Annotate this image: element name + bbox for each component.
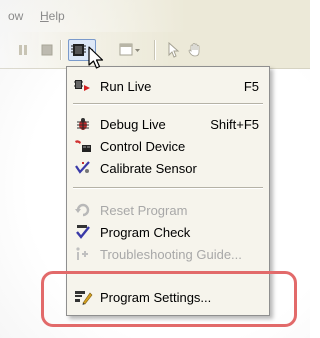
toolbar-separator: [60, 40, 62, 60]
pages-dropdown-icon: [119, 43, 140, 56]
pages-dropdown-button[interactable]: [116, 39, 144, 61]
pointer-tool-button[interactable]: [162, 39, 184, 61]
menu-separator: [73, 187, 263, 189]
menu-help-rest: elp: [48, 9, 65, 23]
menu-item-shortcut: Shift+F5: [210, 116, 259, 132]
menu-item-label: Program Check: [100, 224, 191, 240]
menu-item-debug-live[interactable]: Debug Live Shift+F5: [69, 113, 267, 135]
stop-button[interactable]: [36, 39, 58, 61]
menu-item-calibrate-sensor[interactable]: Calibrate Sensor: [69, 157, 267, 179]
menu-item-label: Troubleshooting Guide...: [100, 246, 242, 262]
troubleshoot-icon: [72, 245, 94, 263]
menu-item-program-check[interactable]: Program Check: [69, 221, 267, 243]
menu-bar: ow Help: [0, 0, 310, 32]
menu-item-label: Calibrate Sensor: [100, 160, 197, 176]
menu-item-reset-program[interactable]: Reset Program: [69, 199, 267, 221]
menu-help[interactable]: Help: [40, 9, 65, 23]
menu-separator: [73, 103, 263, 105]
calibrate-icon: [72, 159, 94, 177]
program-check-icon: [72, 223, 94, 241]
reset-icon: [72, 201, 94, 219]
hand-icon: [188, 43, 200, 57]
pause-button[interactable]: [12, 39, 34, 61]
run-live-icon: [72, 77, 94, 95]
arrow-pointer-icon: [168, 42, 180, 58]
menu-item-shortcut: F5: [243, 78, 259, 94]
menu-window[interactable]: ow: [8, 9, 23, 23]
highlight-annotation: [41, 271, 297, 327]
menu-help-accelerator: H: [40, 9, 49, 23]
menu-item-troubleshooting-guide[interactable]: Troubleshooting Guide...: [69, 243, 267, 265]
control-device-icon: [72, 137, 94, 155]
menu-item-label: Reset Program: [100, 202, 188, 218]
screenshot-stage: ow Help Run Live F5 Debug Live Shift+F5 …: [0, 0, 310, 338]
stop-icon: [41, 44, 53, 56]
menu-item-label: Run Live: [100, 78, 152, 94]
menu-item-label: Control Device: [100, 138, 186, 154]
menu-item-control-device[interactable]: Control Device: [69, 135, 267, 157]
bug-icon: [72, 115, 94, 133]
menu-item-label: Debug Live: [100, 116, 166, 132]
hand-tool-button[interactable]: [184, 39, 206, 61]
mouse-cursor-icon: [88, 46, 104, 69]
toolbar-separator: [154, 40, 156, 60]
pause-icon: [19, 45, 27, 55]
menu-item-run-live[interactable]: Run Live F5: [69, 75, 267, 97]
toolbar: [0, 32, 310, 69]
